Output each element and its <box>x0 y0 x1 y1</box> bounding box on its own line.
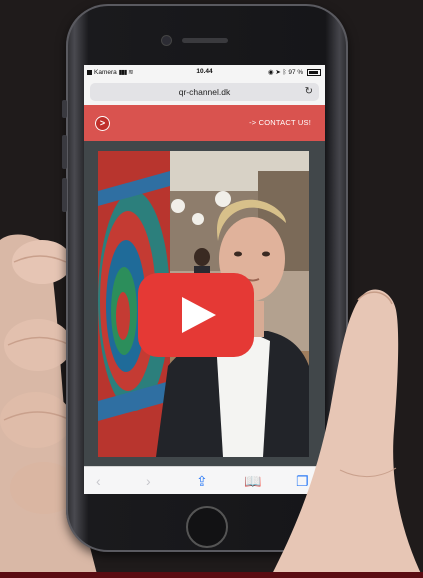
browser-toolbar: ‹ › ⇪ 📖 ❐ <box>84 466 325 494</box>
forward-icon[interactable]: › <box>146 473 151 489</box>
bookmarks-icon[interactable]: 📖 <box>244 473 261 490</box>
browser-address-area: qr-channel.dk ↻ <box>84 79 325 105</box>
lock-rotation-icon: ◉ <box>267 69 274 76</box>
home-button[interactable] <box>186 506 228 548</box>
site-logo-button[interactable]: > <box>95 116 110 131</box>
contact-us-link[interactable]: -> CONTACT US! <box>249 118 311 127</box>
address-bar[interactable]: qr-channel.dk ↻ <box>90 83 319 101</box>
earpiece-speaker <box>182 38 228 43</box>
reload-icon[interactable]: ↻ <box>305 83 313 101</box>
video-player[interactable] <box>98 151 309 457</box>
bluetooth-icon: ᛒ <box>282 69 287 76</box>
battery-percent: 97 % <box>288 69 304 76</box>
phone-screen: Kamera ▮▮▮ ≋ 10.44 ◉ ➤ ᛒ 97 % qr-channel… <box>84 65 325 494</box>
url-text: qr-channel.dk <box>178 87 231 97</box>
status-bar: Kamera ▮▮▮ ≋ 10.44 ◉ ➤ ᛒ 97 % <box>84 65 325 79</box>
youtube-play-icon[interactable] <box>138 273 254 357</box>
volume-down-button <box>62 178 67 212</box>
front-camera <box>162 36 171 45</box>
status-right: ◉ ➤ ᛒ 97 % <box>268 68 321 76</box>
volume-up-button <box>62 135 67 169</box>
share-icon[interactable]: ⇪ <box>196 473 208 490</box>
mute-switch <box>62 100 67 118</box>
tabs-icon[interactable]: ❐ <box>296 473 309 490</box>
back-icon[interactable]: ‹ <box>96 473 101 489</box>
site-header: > -> CONTACT US! <box>84 105 325 141</box>
location-icon: ➤ <box>275 69 281 76</box>
battery-icon <box>307 68 321 76</box>
page-content <box>84 141 325 466</box>
